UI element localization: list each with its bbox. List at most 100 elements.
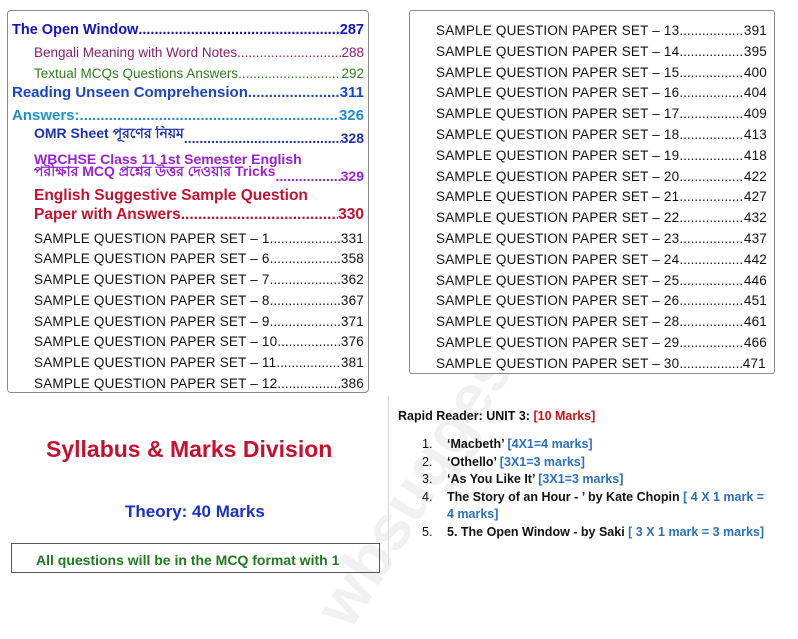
toc-leader-dots bbox=[679, 273, 744, 288]
toc-entry[interactable]: SAMPLE QUESTION PAPER SET – 20422 bbox=[436, 164, 767, 184]
toc-leader-dots bbox=[181, 206, 338, 224]
toc-entry-label: SAMPLE QUESTION PAPER SET – 18 bbox=[436, 127, 679, 142]
toc-entry-label: SAMPLE QUESTION PAPER SET – 13 bbox=[436, 23, 679, 38]
toc-entry[interactable]: SAMPLE QUESTION PAPER SET – 11381 bbox=[34, 350, 364, 370]
toc-entry-label: SAMPLE QUESTION PAPER SET – 7 bbox=[34, 272, 270, 287]
toc-page-number: 461 bbox=[744, 314, 767, 329]
toc-entry[interactable]: SAMPLE QUESTION PAPER SET – 21 427 bbox=[436, 184, 767, 204]
toc-entry[interactable]: SAMPLE QUESTION PAPER SET – 25 446 bbox=[436, 268, 767, 288]
toc-page-number: 367 bbox=[341, 293, 364, 308]
list-number: 1. bbox=[422, 436, 432, 454]
toc-page-number: 376 bbox=[341, 334, 364, 349]
toc-page-number: 413 bbox=[744, 127, 767, 142]
toc-leader-dots bbox=[270, 251, 341, 266]
toc-entry-label: SAMPLE QUESTION PAPER SET – 1 bbox=[34, 231, 270, 246]
toc-entry[interactable]: Reading Unseen Comprehension 311 bbox=[12, 81, 364, 101]
toc-page-number: 331 bbox=[341, 231, 364, 246]
rapid-reader-item: 3.‘As You Like It’ [3X1=3 marks] bbox=[420, 471, 770, 489]
list-number: 4. bbox=[422, 489, 432, 507]
toc-entry[interactable]: SAMPLE QUESTION PAPER SET – 16404 bbox=[436, 80, 767, 100]
toc-page-number: 311 bbox=[340, 84, 364, 101]
toc-entry[interactable]: SAMPLE QUESTION PAPER SET – 22432 bbox=[436, 205, 767, 225]
toc-page-number: 400 bbox=[744, 65, 767, 80]
toc-entry[interactable]: Textual MCQs Questions Answers292 bbox=[34, 61, 364, 81]
toc-entry[interactable]: SAMPLE QUESTION PAPER SET – 19418 bbox=[436, 143, 767, 163]
mcq-note-box: All questions will be in the MCQ format … bbox=[11, 543, 380, 573]
toc-entry-label: SAMPLE QUESTION PAPER SET – 21 bbox=[436, 189, 679, 204]
toc-entry-label: Reading Unseen Comprehension bbox=[12, 84, 248, 101]
toc-page-number: 288 bbox=[341, 45, 364, 60]
toc-page-number: 427 bbox=[744, 189, 767, 204]
toc-entry-label: SAMPLE QUESTION PAPER SET – 6 bbox=[34, 251, 270, 266]
toc-entry[interactable]: Paper with Answers330 bbox=[34, 204, 364, 224]
toc-entry[interactable]: SAMPLE QUESTION PAPER SET – 15400 bbox=[436, 60, 767, 80]
toc-page-number: 451 bbox=[744, 293, 767, 308]
toc-entry-label: SAMPLE QUESTION PAPER SET – 17 bbox=[436, 106, 679, 121]
toc-entry[interactable]: Answers:326 bbox=[12, 104, 364, 124]
toc-leader-dots bbox=[679, 335, 744, 350]
toc-entry[interactable]: The Open Window287 bbox=[12, 18, 364, 38]
toc-entry[interactable]: SAMPLE QUESTION PAPER SET – 8 367 bbox=[34, 288, 364, 308]
toc-entry[interactable]: SAMPLE QUESTION PAPER SET – 24442 bbox=[436, 247, 767, 267]
toc-entry-label: SAMPLE QUESTION PAPER SET – 12 bbox=[34, 376, 277, 391]
toc-entry[interactable]: SAMPLE QUESTION PAPER SET – 7 362 bbox=[34, 267, 364, 287]
item-marks: [3X1=3 marks] bbox=[500, 455, 585, 469]
toc-page-number: 362 bbox=[341, 272, 364, 287]
toc-entry[interactable]: SAMPLE QUESTION PAPER SET – 6358 bbox=[34, 246, 364, 266]
syllabus-title: Syllabus & Marks Division bbox=[46, 436, 332, 463]
toc-entry-label: SAMPLE QUESTION PAPER SET – 26 bbox=[436, 293, 679, 308]
toc-leader-dots bbox=[277, 334, 341, 349]
toc-entry[interactable]: Bengali Meaning with Word Notes288 bbox=[34, 40, 364, 60]
toc-page-number: 326 bbox=[339, 107, 364, 124]
toc-page-number: 446 bbox=[744, 273, 767, 288]
toc-entry[interactable]: SAMPLE QUESTION PAPER SET – 10376 bbox=[34, 329, 364, 349]
toc-leader-dots bbox=[679, 65, 744, 80]
item-marks: [4X1=4 marks] bbox=[507, 437, 592, 451]
mcq-note: All questions will be in the MCQ format … bbox=[36, 552, 339, 568]
toc-entry[interactable]: SAMPLE QUESTION PAPER SET – 17409 bbox=[436, 101, 767, 121]
column-divider bbox=[388, 396, 389, 565]
toc-entry-label: SAMPLE QUESTION PAPER SET – 29 bbox=[436, 335, 679, 350]
toc-page-number: 442 bbox=[744, 252, 767, 267]
toc-entry[interactable]: SAMPLE QUESTION PAPER SET – 26 451 bbox=[436, 288, 767, 308]
toc-entry[interactable]: English Suggestive Sample Question bbox=[34, 185, 364, 205]
toc-entry[interactable]: OMR Sheet পূরণের নিয়ম328 bbox=[34, 126, 364, 146]
toc-entry-label: The Open Window bbox=[12, 22, 138, 38]
toc-entry[interactable]: SAMPLE QUESTION PAPER SET – 30 471 bbox=[436, 351, 767, 371]
toc-page-number: 395 bbox=[744, 44, 767, 59]
toc-entry[interactable]: SAMPLE QUESTION PAPER SET – 28 461 bbox=[436, 309, 767, 329]
item-title: ‘Othello’ bbox=[447, 455, 496, 469]
toc-entry-label: Textual MCQs Questions Answers bbox=[34, 66, 238, 81]
toc-page-number: 371 bbox=[341, 314, 364, 329]
toc-entry-label: Paper with Answers bbox=[34, 206, 181, 224]
toc-entry-label: SAMPLE QUESTION PAPER SET – 11 bbox=[34, 355, 276, 370]
toc-entry[interactable]: পরীক্ষার MCQ প্রশ্নের উত্তর দেওয়ার Tric… bbox=[34, 164, 364, 184]
toc-entry[interactable]: SAMPLE QUESTION PAPER SET – 1 331 bbox=[34, 226, 364, 246]
toc-page-number: 471 bbox=[743, 356, 766, 371]
toc-leader-dots bbox=[679, 44, 744, 59]
toc-entry-label: SAMPLE QUESTION PAPER SET – 28 bbox=[436, 314, 679, 329]
toc-entry[interactable]: SAMPLE QUESTION PAPER SET – 18 413 bbox=[436, 122, 767, 142]
toc-leader-dots bbox=[679, 356, 742, 371]
toc-leader-dots bbox=[679, 314, 744, 329]
toc-entry-label: SAMPLE QUESTION PAPER SET – 25 bbox=[436, 273, 679, 288]
toc-entry-label: SAMPLE QUESTION PAPER SET – 30 bbox=[436, 356, 679, 371]
toc-leader-dots bbox=[270, 272, 341, 287]
toc-page-number: 437 bbox=[744, 231, 767, 246]
toc-entry[interactable]: SAMPLE QUESTION PAPER SET – 14395 bbox=[436, 39, 767, 59]
item-title: ‘Macbeth’ bbox=[447, 437, 504, 451]
toc-entry[interactable]: SAMPLE QUESTION PAPER SET – 29466 bbox=[436, 330, 767, 350]
toc-page-number: 386 bbox=[341, 376, 364, 391]
toc-leader-dots bbox=[237, 45, 341, 60]
item-marks: [ 3 X 1 mark = 3 marks] bbox=[628, 525, 764, 539]
toc-leader-dots bbox=[276, 355, 341, 370]
toc-entry[interactable]: SAMPLE QUESTION PAPER SET – 12 386 bbox=[34, 371, 364, 391]
toc-entry-label: SAMPLE QUESTION PAPER SET – 9 bbox=[34, 314, 270, 329]
toc-entry[interactable]: SAMPLE QUESTION PAPER SET – 9 371 bbox=[34, 309, 364, 329]
toc-entry[interactable]: SAMPLE QUESTION PAPER SET – 13391 bbox=[436, 18, 767, 38]
toc-entry-label: SAMPLE QUESTION PAPER SET – 8 bbox=[34, 293, 270, 308]
toc-page-number: 432 bbox=[744, 210, 767, 225]
toc-entry[interactable]: SAMPLE QUESTION PAPER SET – 23437 bbox=[436, 226, 767, 246]
toc-leader-dots bbox=[679, 106, 744, 121]
list-number: 3. bbox=[422, 471, 432, 489]
